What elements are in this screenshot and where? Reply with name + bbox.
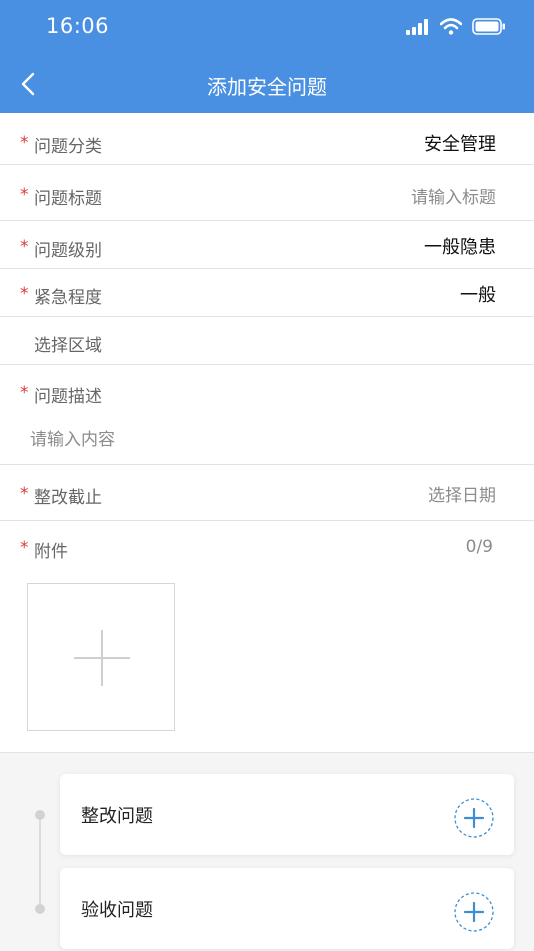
deadline-picker[interactable]: 选择日期	[428, 481, 496, 506]
status-bar: 16:06	[0, 0, 534, 56]
required-mark: *	[20, 538, 29, 558]
timeline-dot	[35, 904, 45, 914]
level-row[interactable]: * 问题级别 一般隐患	[0, 221, 534, 269]
category-label: 问题分类	[34, 137, 102, 157]
title-label: 问题标题	[34, 189, 102, 209]
urgency-label: 紧急程度	[34, 288, 102, 308]
battery-icon	[472, 18, 505, 35]
required-mark: *	[20, 484, 29, 504]
title-row[interactable]: * 问题标题 请输入标题	[0, 165, 534, 221]
rectify-card[interactable]: 整改问题	[60, 774, 514, 855]
card-title: 整改问题	[81, 806, 153, 827]
required-mark: *	[20, 133, 29, 153]
timeline-line	[39, 815, 41, 910]
timeline-dot	[35, 810, 45, 820]
upload-image-button[interactable]	[27, 583, 175, 731]
title-input[interactable]: 请输入标题	[411, 183, 496, 208]
urgency-value[interactable]: 一般	[460, 281, 496, 307]
required-mark: *	[20, 185, 29, 205]
acceptance-card[interactable]: 验收问题	[60, 868, 514, 949]
area-row[interactable]: 选择区域	[0, 317, 534, 365]
cellular-signal-icon	[406, 18, 428, 35]
deadline-label: 整改截止	[34, 488, 102, 508]
plus-icon-vertical	[101, 630, 103, 686]
description-row: * 问题描述 请输入内容	[0, 365, 534, 465]
status-icons	[406, 18, 506, 35]
status-time: 16:06	[46, 14, 110, 38]
level-label: 问题级别	[34, 241, 102, 261]
category-row[interactable]: * 问题分类 安全管理	[0, 113, 534, 165]
required-mark: *	[20, 237, 29, 257]
urgency-row[interactable]: * 紧急程度 一般	[0, 269, 534, 317]
required-mark: *	[20, 284, 29, 304]
category-value[interactable]: 安全管理	[424, 130, 496, 156]
required-mark: *	[20, 383, 29, 403]
deadline-row[interactable]: * 整改截止 选择日期	[0, 465, 534, 521]
add-circle-icon[interactable]	[454, 892, 494, 932]
level-value[interactable]: 一般隐患	[424, 233, 496, 259]
description-label: 问题描述	[34, 387, 102, 407]
area-label[interactable]: 选择区域	[34, 331, 102, 356]
attachment-count: 0/9	[465, 537, 493, 557]
nav-bar: 添加安全问题	[0, 56, 534, 113]
workflow-section: 整改问题 验收问题	[0, 752, 534, 951]
add-circle-icon[interactable]	[454, 798, 494, 838]
page-title: 添加安全问题	[207, 75, 327, 99]
wifi-icon	[440, 18, 462, 35]
description-input[interactable]: 请输入内容	[30, 425, 115, 450]
attachment-label: 附件	[34, 542, 68, 562]
card-title: 验收问题	[81, 900, 153, 921]
